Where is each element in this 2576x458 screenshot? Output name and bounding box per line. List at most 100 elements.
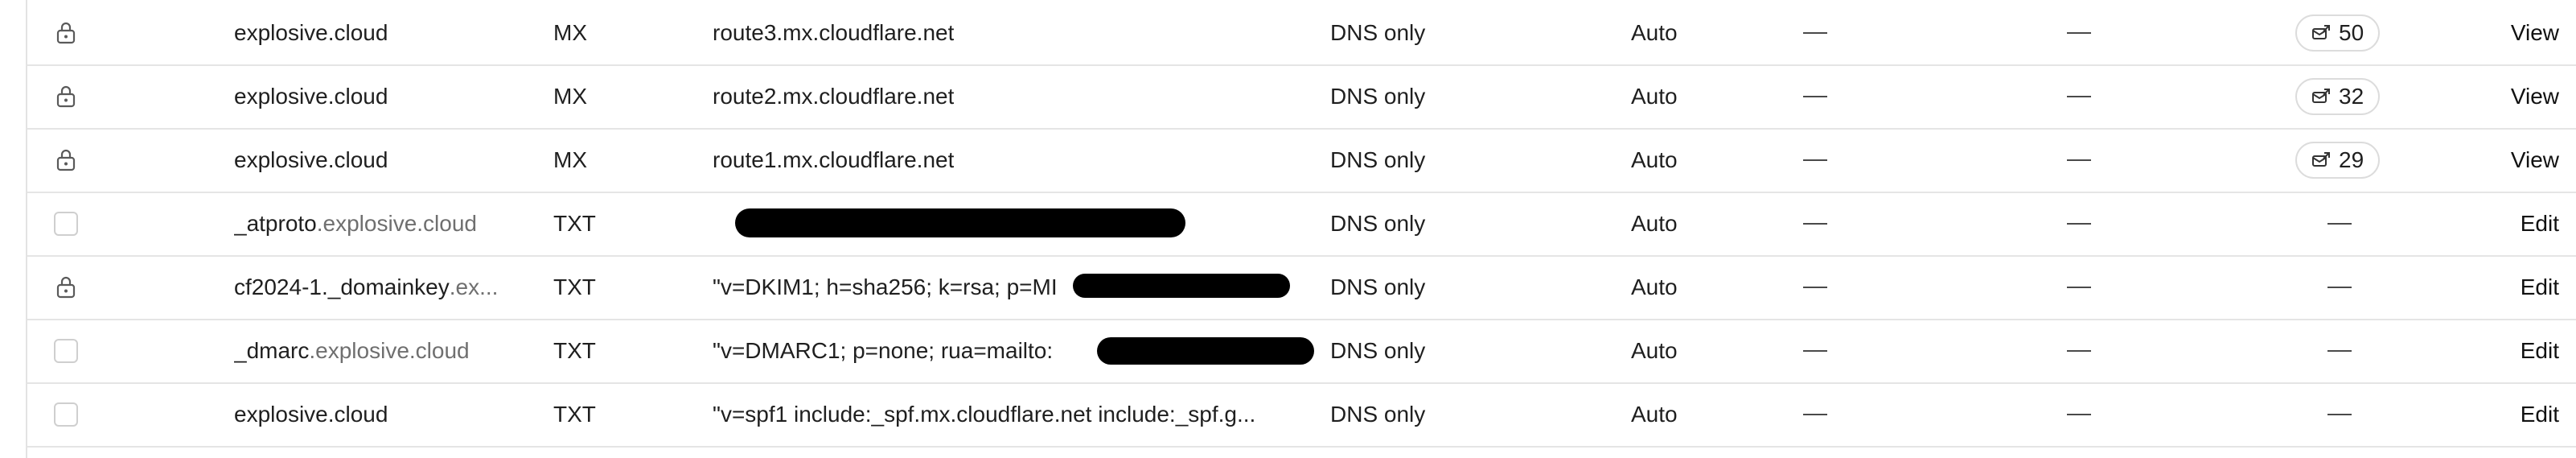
record-name-main: explosive.cloud (234, 147, 388, 172)
edit-button[interactable]: Edit (2521, 338, 2559, 364)
empty-value-dash (1803, 65, 1851, 128)
record-content-text: "v=spf1 include:_spf.mx.cloudflare.net i… (713, 402, 1256, 427)
table-row[interactable]: _atproto .explosive.cloud TXT DNS only Auto E… (27, 192, 2576, 257)
mail-priority-badge: 50 (2295, 2, 2400, 64)
empty-value-dash (2067, 65, 2115, 128)
redaction-mark (1073, 274, 1290, 298)
record-type: TXT (553, 211, 596, 236)
mail-priority-badge: 32 (2295, 65, 2400, 128)
record-name-suffix: .explosive.cloud (316, 211, 477, 236)
proxy-status: DNS only (1330, 20, 1426, 45)
proxy-status: DNS only (1330, 338, 1426, 363)
checkbox[interactable] (54, 339, 78, 363)
record-content: route1.mx.cloudflare.net (713, 129, 1316, 192)
record-content-text: "v=DKIM1; h=sha256; k=rsa; p=MI (713, 274, 1058, 299)
lock-icon (50, 2, 82, 64)
view-button[interactable]: View (2511, 84, 2559, 109)
empty-value-dash (2067, 2, 2115, 64)
row-checkbox[interactable] (50, 383, 82, 446)
record-name-main: explosive.cloud (234, 84, 388, 109)
empty-value-dash (2295, 256, 2400, 319)
table-row[interactable]: explosive.cloud MX route2.mx.cloudflare.ne… (27, 65, 2576, 130)
record-name: explosive.cloud (234, 2, 540, 64)
ttl: Auto (1631, 20, 1678, 45)
empty-value-dash (1803, 129, 1851, 192)
lock-icon (50, 129, 82, 192)
empty-value-dash (1803, 192, 1851, 255)
record-name: explosive.cloud (234, 383, 540, 446)
lock-icon (50, 65, 82, 128)
ttl: Auto (1631, 84, 1678, 109)
record-type: TXT (553, 338, 596, 363)
empty-value-dash (2067, 192, 2115, 255)
view-button[interactable]: View (2511, 147, 2559, 173)
empty-value-dash (1803, 2, 1851, 64)
record-content-text: route1.mx.cloudflare.net (713, 147, 955, 172)
record-type: TXT (553, 274, 596, 299)
table-row[interactable]: explosive.cloud MX route3.mx.cloudflare.ne… (27, 2, 2576, 66)
record-name: _atproto .explosive.cloud (234, 192, 540, 255)
empty-value-dash (1803, 320, 1851, 382)
record-name: explosive.cloud (234, 129, 540, 192)
record-type: MX (553, 20, 587, 45)
record-content: "v=spf1 include:_spf.mx.cloudflare.net i… (713, 383, 1316, 446)
ttl: Auto (1631, 147, 1678, 172)
record-name-main: explosive.cloud (234, 402, 388, 427)
record-content-text: route2.mx.cloudflare.net (713, 84, 955, 109)
priority-value: 32 (2339, 84, 2364, 109)
proxy-status: DNS only (1330, 274, 1426, 299)
record-content-text: "v=DMARC1; p=none; rua=mailto: (713, 338, 1054, 363)
record-name-main: _dmarc (234, 338, 310, 363)
dns-records-table: explosive.cloud MX route3.mx.cloudflare.ne… (26, 0, 2576, 458)
record-content-text: route3.mx.cloudflare.net (713, 20, 955, 45)
empty-value-dash (2067, 383, 2115, 446)
ttl: Auto (1631, 338, 1678, 363)
empty-value-dash (2067, 256, 2115, 319)
row-checkbox[interactable] (50, 320, 82, 382)
empty-value-dash (2295, 320, 2400, 382)
redaction-mark (735, 208, 1185, 237)
redaction-mark (1097, 337, 1314, 365)
mail-icon (2311, 151, 2331, 169)
table-row[interactable]: explosive.cloud MX route1.mx.cloudflare.ne… (27, 129, 2576, 193)
record-type: MX (553, 84, 587, 109)
record-content: route3.mx.cloudflare.net (713, 2, 1316, 64)
empty-value-dash (2067, 129, 2115, 192)
record-type: TXT (553, 402, 596, 427)
proxy-status: DNS only (1330, 211, 1426, 236)
record-content: route2.mx.cloudflare.net (713, 65, 1316, 128)
empty-value-dash (1803, 256, 1851, 319)
checkbox[interactable] (54, 212, 78, 236)
edit-button[interactable]: Edit (2521, 211, 2559, 237)
checkbox[interactable] (54, 402, 78, 427)
proxy-status: DNS only (1330, 402, 1426, 427)
empty-value-dash (1803, 383, 1851, 446)
table-row[interactable]: explosive.cloud TXT "v=spf1 include:_spf.m… (27, 383, 2576, 448)
ttl: Auto (1631, 402, 1678, 427)
edit-button[interactable]: Edit (2521, 274, 2559, 300)
empty-value-dash (2067, 320, 2115, 382)
view-button[interactable]: View (2511, 20, 2559, 46)
record-name-main: _atproto (234, 211, 317, 236)
mail-priority-badge: 29 (2295, 129, 2400, 192)
proxy-status: DNS only (1330, 147, 1426, 172)
record-name-main: cf2024-1._domainkey (234, 274, 450, 299)
ttl: Auto (1631, 211, 1678, 236)
record-name: _dmarc .explosive.cloud (234, 320, 540, 382)
priority-value: 50 (2339, 20, 2364, 45)
empty-value-dash (2295, 383, 2400, 446)
record-type: MX (553, 147, 587, 172)
record-name: explosive.cloud (234, 65, 540, 128)
row-checkbox[interactable] (50, 192, 82, 255)
record-name-suffix: .explosive.cloud (309, 338, 470, 363)
lock-icon (50, 256, 82, 319)
record-name-suffix: .ex... (449, 274, 499, 299)
ttl: Auto (1631, 274, 1678, 299)
record-name: cf2024-1._domainkey .ex... (234, 256, 540, 319)
priority-value: 29 (2339, 147, 2364, 172)
empty-value-dash (2295, 192, 2400, 255)
record-name-main: explosive.cloud (234, 20, 388, 45)
edit-button[interactable]: Edit (2521, 402, 2559, 427)
mail-icon (2311, 88, 2331, 105)
table-row[interactable]: cf2024-1._domainkey .ex... TXT "v=DKIM1; h=… (27, 256, 2576, 320)
